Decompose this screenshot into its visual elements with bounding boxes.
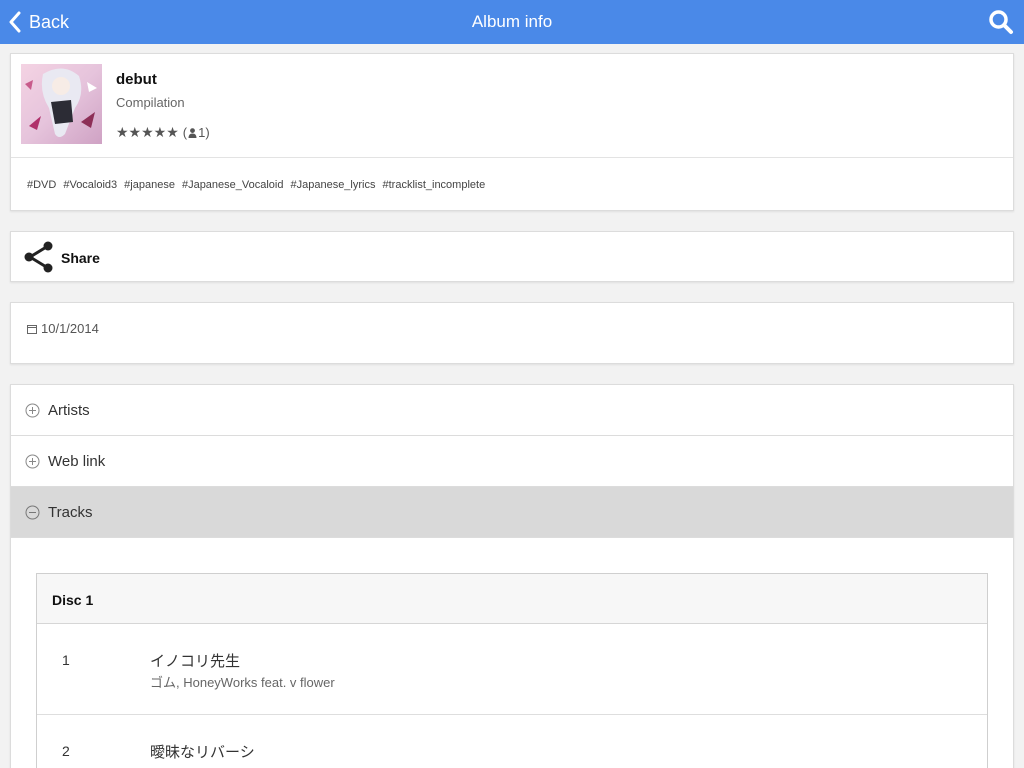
search-button[interactable] bbox=[988, 9, 1014, 35]
calendar-icon bbox=[27, 325, 37, 334]
rating-stars: ★★★★★ bbox=[116, 124, 179, 140]
disc-table: Disc 1 1 イノコリ先生 ゴム, HoneyWorks feat. v f… bbox=[36, 573, 988, 768]
tag-item[interactable]: #Japanese_lyrics bbox=[290, 179, 375, 191]
expand-plus-icon bbox=[25, 403, 40, 418]
share-label: Share bbox=[61, 250, 100, 266]
tag-item[interactable]: #Japanese_Vocaloid bbox=[182, 179, 284, 191]
rating-votes: ( 1) bbox=[183, 125, 210, 140]
release-date-card: 10/1/2014 bbox=[10, 302, 1014, 364]
collapse-minus-icon bbox=[25, 505, 40, 520]
track-number: 2 bbox=[62, 743, 70, 759]
track-row[interactable]: 1 イノコリ先生 ゴム, HoneyWorks feat. v flower bbox=[37, 624, 987, 715]
search-icon bbox=[989, 10, 1013, 34]
share-button[interactable]: Share bbox=[10, 231, 1014, 282]
person-icon bbox=[188, 127, 197, 138]
section-web-link[interactable]: Web link bbox=[11, 436, 1013, 487]
tag-item[interactable]: #DVD bbox=[27, 179, 56, 191]
tag-list: #DVD #Vocaloid3 #japanese #Japanese_Voca… bbox=[27, 179, 485, 191]
page-title: Album info bbox=[471, 12, 553, 31]
album-name: debut bbox=[116, 71, 157, 88]
section-label: Tracks bbox=[48, 504, 93, 521]
rating: ★★★★★ ( 1) bbox=[116, 124, 210, 141]
section-label: Web link bbox=[48, 453, 106, 470]
section-artists[interactable]: Artists bbox=[11, 385, 1013, 436]
expand-plus-icon bbox=[25, 454, 40, 469]
track-artists: ゴム, HoneyWorks feat. v flower bbox=[150, 675, 335, 690]
track-row[interactable]: 2 曖昧なリバーシ bbox=[37, 715, 987, 768]
tag-item[interactable]: #japanese bbox=[124, 179, 175, 191]
app-header: Back Album info bbox=[0, 0, 1024, 44]
section-label: Artists bbox=[48, 402, 90, 419]
section-tracks[interactable]: Tracks bbox=[11, 487, 1013, 538]
rating-count: 1) bbox=[198, 125, 210, 140]
disc-title: Disc 1 bbox=[52, 592, 94, 608]
album-summary-card: debut Compilation ★★★★★ ( 1) #DVD #Vocal… bbox=[10, 53, 1014, 211]
track-number: 1 bbox=[62, 652, 70, 668]
disc-header: Disc 1 bbox=[37, 574, 987, 624]
track-name: 曖昧なリバーシ bbox=[150, 744, 255, 761]
rating-open-paren: ( bbox=[182, 125, 188, 140]
album-cover-image bbox=[21, 64, 102, 144]
details-accordion: Artists Web link Tracks Disc 1 1 イノコリ先生 … bbox=[10, 384, 1014, 768]
tag-item[interactable]: #Vocaloid3 bbox=[63, 179, 117, 191]
tag-item[interactable]: #tracklist_incomplete bbox=[382, 179, 485, 191]
release-date: 10/1/2014 bbox=[41, 321, 99, 336]
share-icon bbox=[24, 241, 53, 273]
divider bbox=[11, 157, 1013, 158]
album-type: Compilation bbox=[116, 95, 185, 110]
track-name: イノコリ先生 bbox=[150, 653, 241, 670]
